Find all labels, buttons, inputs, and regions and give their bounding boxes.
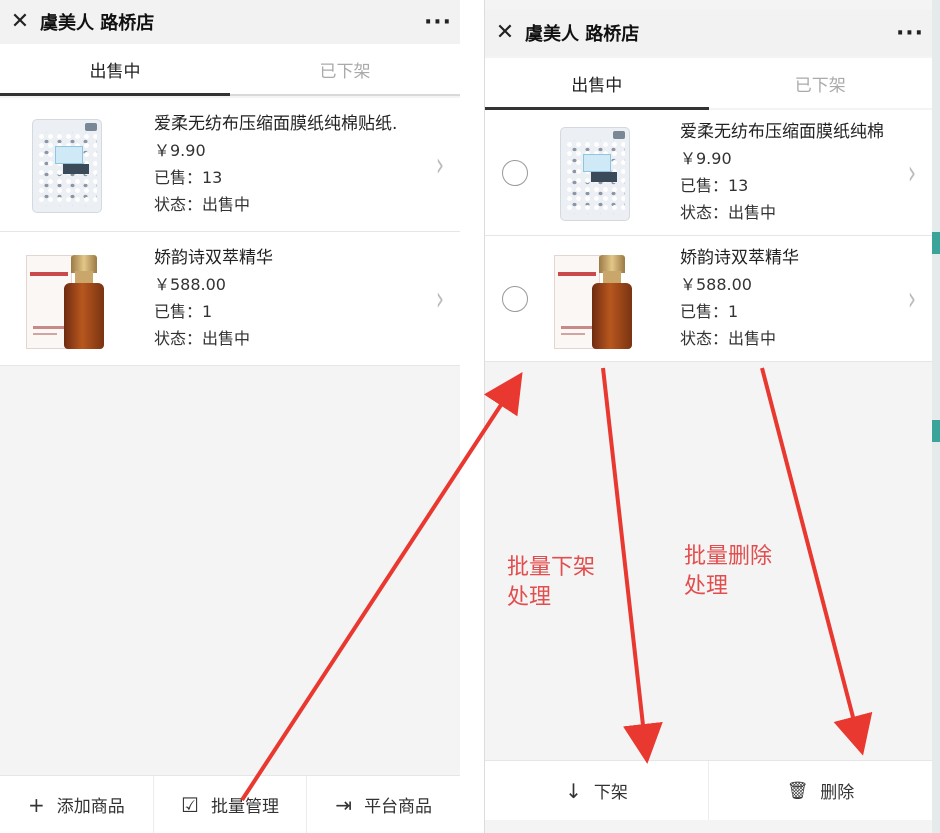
product-name: 爱柔无纺布压缩面膜纸纯棉贴纸. <box>154 114 398 134</box>
batch-manage-label: 批量管理 <box>210 797 279 817</box>
product-info: 娇韵诗双萃精华 ￥588.00 已售：1 状态：出售中 <box>680 245 892 352</box>
tab-off-shelf[interactable]: 已下架 <box>709 58 933 108</box>
delete-button[interactable]: 🗑 删除 <box>709 761 932 820</box>
page-title: 虞美人 路桥店 <box>525 24 640 45</box>
product-price: ￥9.90 <box>154 141 206 160</box>
left-phone-screen: ✕ 虞美人 路桥店 ··· 出售中 已下架 爱柔无纺布压缩面膜纸纯棉贴纸. ￥9… <box>0 0 460 833</box>
select-radio[interactable] <box>502 159 528 186</box>
select-radio[interactable] <box>502 285 528 312</box>
chevron-right-icon[interactable]: › <box>428 145 452 185</box>
right-phone-screen: ✕ 虞美人 路桥店 ··· 出售中 已下架 爱柔无纺布压缩面膜纸纯棉 ￥9.90… <box>484 0 932 833</box>
product-status: 状态：出售中 <box>154 329 251 348</box>
product-status: 状态：出售中 <box>154 195 251 214</box>
annotation-line: 批量下架 <box>507 555 596 580</box>
product-list: 爱柔无纺布压缩面膜纸纯棉贴纸. ￥9.90 已售：13 状态：出售中 › 娇韵诗… <box>0 98 460 366</box>
batch-action-toolbar: ↓ 下架 🗑 删除 <box>485 760 932 820</box>
batch-manage-button[interactable]: ☑ 批量管理 <box>154 776 308 833</box>
take-off-shelf-label: 下架 <box>593 783 628 803</box>
product-price: ￥9.90 <box>680 149 732 168</box>
product-sold: 已售：13 <box>680 176 749 195</box>
enter-icon: ⇥ <box>335 792 353 817</box>
more-icon[interactable]: ··· <box>416 10 460 35</box>
annotation-line: 批量删除 <box>684 544 773 569</box>
edge-accent <box>932 232 940 254</box>
header: ✕ 虞美人 路桥店 ··· <box>0 0 460 44</box>
plus-icon: + <box>27 792 45 817</box>
product-name: 娇韵诗双萃精华 <box>154 248 273 268</box>
product-sold: 已售：1 <box>680 302 739 321</box>
tissue-pack-image <box>552 123 636 223</box>
platform-products-label: 平台商品 <box>364 797 433 817</box>
tissue-pack-image <box>24 115 108 215</box>
product-price: ￥588.00 <box>154 275 226 294</box>
chevron-right-icon[interactable]: › <box>428 279 452 319</box>
close-icon[interactable]: ✕ <box>0 11 40 33</box>
product-status: 状态：出售中 <box>680 203 777 222</box>
product-row[interactable]: 娇韵诗双萃精华 ￥588.00 已售：1 状态：出售中 › <box>0 232 460 366</box>
product-row[interactable]: 娇韵诗双萃精华 ￥588.00 已售：1 状态：出售中 › <box>485 236 932 362</box>
header: ✕ 虞美人 路桥店 ··· <box>485 10 932 56</box>
product-sold: 已售：13 <box>154 168 223 187</box>
product-info: 爱柔无纺布压缩面膜纸纯棉 ￥9.90 已售：13 状态：出售中 <box>680 119 892 226</box>
annotation-line: 处理 <box>684 574 729 599</box>
chevron-right-icon[interactable]: › <box>900 279 924 319</box>
batch-delete-annotation: 批量删除 处理 <box>684 542 772 602</box>
chevron-right-icon[interactable]: › <box>900 153 924 193</box>
bottom-toolbar: + 添加商品 ☑ 批量管理 ⇥ 平台商品 <box>0 775 460 833</box>
platform-products-button[interactable]: ⇥ 平台商品 <box>307 776 460 833</box>
page-title: 虞美人 路桥店 <box>40 13 155 34</box>
product-status: 状态：出售中 <box>680 329 777 348</box>
product-name: 爱柔无纺布压缩面膜纸纯棉 <box>680 122 884 142</box>
delete-label: 删除 <box>820 783 855 803</box>
arrow-down-icon: ↓ <box>565 778 582 803</box>
tab-bar: 出售中 已下架 <box>0 44 460 96</box>
add-product-label: 添加商品 <box>56 797 125 817</box>
serum-bottle-image <box>24 249 108 349</box>
take-off-shelf-button[interactable]: ↓ 下架 <box>485 761 709 820</box>
more-icon[interactable]: ··· <box>888 21 932 46</box>
product-sold: 已售：1 <box>154 302 213 321</box>
product-info: 爱柔无纺布压缩面膜纸纯棉贴纸. ￥9.90 已售：13 状态：出售中 <box>154 111 420 218</box>
serum-bottle-image <box>552 249 636 349</box>
tab-on-sale[interactable]: 出售中 <box>485 58 709 110</box>
tab-on-sale[interactable]: 出售中 <box>0 44 230 96</box>
product-row[interactable]: 爱柔无纺布压缩面膜纸纯棉 ￥9.90 已售：13 状态：出售中 › <box>485 110 932 236</box>
add-product-button[interactable]: + 添加商品 <box>0 776 154 833</box>
checkbox-icon: ☑ <box>181 792 199 817</box>
tab-off-shelf[interactable]: 已下架 <box>230 44 460 94</box>
product-name: 娇韵诗双萃精华 <box>680 248 799 268</box>
product-row[interactable]: 爱柔无纺布压缩面膜纸纯棉贴纸. ￥9.90 已售：13 状态：出售中 › <box>0 98 460 232</box>
batch-off-annotation: 批量下架 处理 <box>507 553 595 613</box>
trash-icon: 🗑 <box>786 780 809 801</box>
product-price: ￥588.00 <box>680 275 752 294</box>
tab-bar: 出售中 已下架 <box>485 58 933 110</box>
edge-accent <box>932 420 940 442</box>
product-list: 爱柔无纺布压缩面膜纸纯棉 ￥9.90 已售：13 状态：出售中 › 娇韵诗双萃精… <box>485 110 932 362</box>
product-info: 娇韵诗双萃精华 ￥588.00 已售：1 状态：出售中 <box>154 245 420 352</box>
close-icon[interactable]: ✕ <box>485 22 525 44</box>
annotation-line: 处理 <box>507 585 552 610</box>
adjacent-screen-edge <box>932 0 940 833</box>
stage: ✕ 虞美人 路桥店 ··· 出售中 已下架 爱柔无纺布压缩面膜纸纯棉贴纸. ￥9… <box>0 0 940 833</box>
